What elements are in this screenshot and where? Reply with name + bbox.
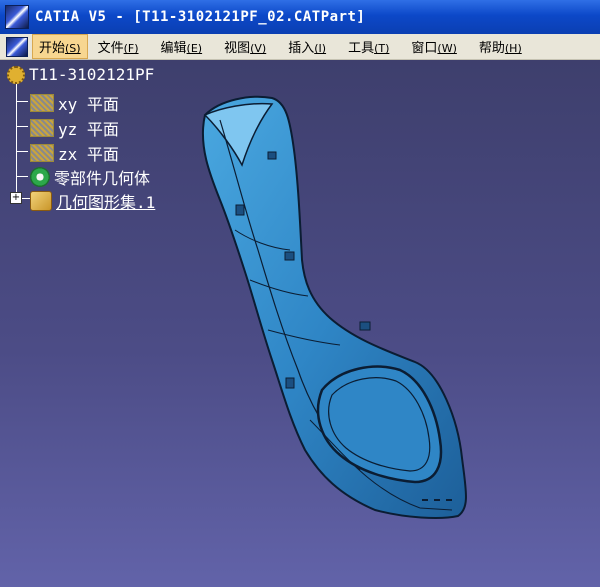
tree-geoset-label: 几何图形集.1: [56, 193, 156, 212]
geometrical-set-icon: [30, 191, 52, 211]
tree-item-yz-plane[interactable]: yz 平面: [30, 116, 119, 140]
plane-icon: [30, 144, 54, 162]
part-body-icon: [30, 167, 50, 187]
tree-connector: [16, 176, 28, 177]
menu-edit[interactable]: 编辑(E): [155, 35, 209, 58]
catia-logo-icon[interactable]: [5, 5, 29, 29]
menu-tools[interactable]: 工具(T): [342, 35, 395, 58]
expand-toggle[interactable]: +: [10, 192, 22, 204]
menu-tools-accel: (T): [374, 42, 390, 55]
tree-item-geometrical-set[interactable]: 几何图形集.1: [30, 189, 155, 213]
plane-icon: [30, 94, 54, 112]
menu-start[interactable]: 开始(S): [32, 34, 88, 59]
plane-icon: [30, 119, 54, 137]
tree-item-part-body[interactable]: 零部件几何体: [30, 165, 150, 189]
part-tab: [267, 151, 277, 160]
menu-window-accel: (W): [437, 42, 457, 55]
part-tab: [285, 377, 295, 389]
window-title: CATIA V5 - [T11-3102121PF_02.CATPart]: [35, 9, 366, 25]
part-tab: [284, 251, 295, 261]
menu-start-label: 开始: [39, 41, 66, 56]
document-icon[interactable]: [6, 36, 28, 57]
part-3d-model[interactable]: [190, 90, 480, 530]
part-gear-icon: [7, 65, 25, 84]
menu-bar: 开始(S) 文件(F) 编辑(E) 视图(V) 插入(I) 工具(T) 窗口(W…: [0, 34, 600, 60]
tree-zx-label: zx 平面: [58, 145, 119, 164]
menu-file-label: 文件: [97, 41, 124, 56]
menu-view-label: 视图: [224, 41, 251, 56]
menu-view[interactable]: 视图(V): [218, 35, 272, 58]
menu-view-accel: (V): [250, 42, 267, 55]
part-tab: [235, 204, 245, 216]
tree-item-zx-plane[interactable]: zx 平面: [30, 141, 119, 165]
menu-start-accel: (S): [65, 42, 81, 55]
menu-help[interactable]: 帮助(H): [473, 35, 528, 58]
menu-window-label: 窗口: [411, 41, 438, 56]
menu-insert-label: 插入: [288, 41, 315, 56]
tree-root-label: T11-3102121PF: [29, 65, 155, 84]
menu-help-accel: (H): [504, 42, 522, 55]
menu-help-label: 帮助: [478, 41, 505, 56]
menu-window[interactable]: 窗口(W): [405, 35, 462, 58]
menu-file-accel: (F): [123, 42, 139, 55]
tree-item-xy-plane[interactable]: xy 平面: [30, 91, 119, 115]
menu-tools-label: 工具: [348, 41, 375, 56]
menu-insert-accel: (I): [314, 42, 327, 55]
tree-yz-label: yz 平面: [58, 120, 119, 139]
tree-xy-label: xy 平面: [58, 95, 119, 114]
menu-edit-label: 编辑: [160, 41, 187, 56]
tree-connector: [16, 126, 28, 127]
tree-connector: [22, 198, 30, 199]
menu-insert[interactable]: 插入(I): [282, 35, 332, 58]
tree-body-label: 零部件几何体: [54, 169, 151, 188]
menu-file[interactable]: 文件(F): [92, 35, 145, 58]
catia-window: CATIA V5 - [T11-3102121PF_02.CATPart] 开始…: [0, 0, 600, 587]
tree-connector: [16, 151, 28, 152]
menu-edit-accel: (E): [186, 42, 203, 55]
tree-item-root[interactable]: T11-3102121PF: [7, 65, 154, 84]
title-bar[interactable]: CATIA V5 - [T11-3102121PF_02.CATPart]: [0, 0, 600, 34]
tree-connector: [16, 101, 28, 102]
part-tab: [359, 321, 371, 331]
